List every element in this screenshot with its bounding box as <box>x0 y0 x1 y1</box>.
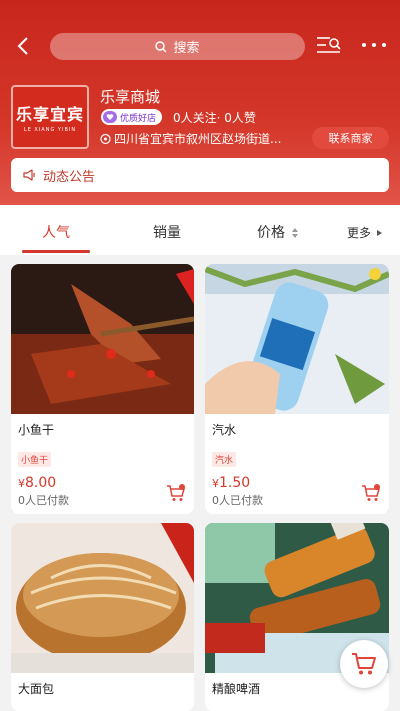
currency-symbol: ¥ <box>212 477 219 490</box>
sold-count: 0人已付款 <box>18 494 69 507</box>
sold-count: 0人已付款 <box>212 494 263 507</box>
search-placeholder: 搜索 <box>173 41 200 56</box>
search-bar[interactable]: 搜索 <box>50 33 305 60</box>
cart-icon <box>352 653 376 675</box>
tab-price[interactable]: 价格 <box>257 222 299 242</box>
address-text: 四川省宜宾市叙州区赵场街道... <box>114 132 282 146</box>
more-icon[interactable] <box>360 38 388 52</box>
floating-cart-button[interactable] <box>340 640 388 688</box>
product-image <box>11 264 194 414</box>
badge-label: 优质好店 <box>120 113 157 124</box>
product-price: ¥1.50 <box>212 472 250 491</box>
product-card[interactable]: 汽水 汽水 ¥1.50 0人已付款 <box>205 264 389 514</box>
product-tag: 小鱼干 <box>18 452 52 467</box>
contact-seller-button[interactable]: 联系商家 <box>312 127 389 149</box>
product-price: ¥8.00 <box>18 472 56 491</box>
price-value: 1.50 <box>219 475 251 491</box>
active-tab-indicator <box>22 250 90 253</box>
sort-tabs: 人气 销量 价格 更多 <box>0 205 400 255</box>
tab-more-label: 更多 <box>347 226 372 240</box>
currency-symbol: ¥ <box>18 477 25 490</box>
product-card[interactable]: 大面包 <box>11 523 194 711</box>
tab-popular[interactable]: 人气 <box>42 222 70 242</box>
follow-stats: 0人关注· 0人赞 <box>173 111 256 125</box>
logo-text: 乐享宜宾 <box>15 105 84 124</box>
back-icon[interactable] <box>12 34 36 58</box>
price-value: 8.00 <box>25 475 57 491</box>
product-image <box>205 264 389 414</box>
product-name: 小鱼干 <box>18 423 55 437</box>
cart-icon[interactable] <box>166 484 186 502</box>
product-name: 精酿啤酒 <box>212 682 261 696</box>
list-search-icon[interactable] <box>316 35 342 57</box>
sort-icon <box>292 228 299 238</box>
product-image <box>11 523 194 673</box>
megaphone-icon <box>23 169 35 181</box>
logo-subtext: LE XIANG YIBIN <box>23 127 77 133</box>
shop-address[interactable]: 四川省宜宾市叙州区赵场街道... <box>100 130 281 147</box>
product-tag: 汽水 <box>212 452 237 467</box>
product-card[interactable]: 小鱼干 小鱼干 ¥8.00 0人已付款 <box>11 264 194 514</box>
search-icon <box>155 40 168 53</box>
tab-price-label: 价格 <box>257 225 285 241</box>
triangle-right-icon <box>376 230 382 236</box>
tab-more[interactable]: 更多 <box>347 224 383 241</box>
quality-badge: 优质好店 <box>101 109 163 125</box>
tab-sales[interactable]: 销量 <box>153 222 181 242</box>
notice-label: 动态公告 <box>43 169 96 185</box>
verified-heart-icon <box>103 111 117 123</box>
notice-bar[interactable]: 动态公告 <box>11 158 389 192</box>
product-name: 大面包 <box>18 682 55 696</box>
shop-logo: 乐享宜宾 LE XIANG YIBIN <box>11 85 89 149</box>
cart-icon[interactable] <box>361 484 381 502</box>
location-icon <box>100 133 111 144</box>
product-name: 汽水 <box>212 423 237 437</box>
shop-name: 乐享商城 <box>100 88 161 106</box>
